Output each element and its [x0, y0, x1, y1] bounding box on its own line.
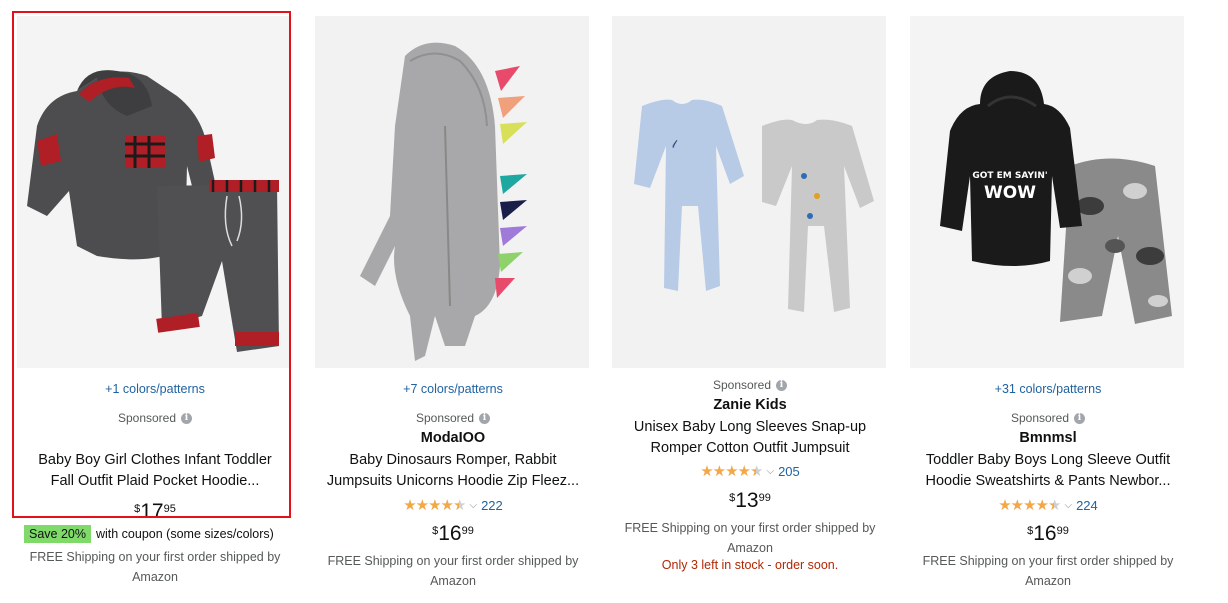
rating-row-2[interactable]: ★★★★★ ⌵ 222: [315, 496, 591, 514]
price-fraction: 95: [163, 503, 176, 515]
product-price-3[interactable]: $ 13 99: [612, 489, 888, 513]
shipping-line1: FREE Shipping on your first order shippe…: [327, 554, 579, 568]
brand-name-2: ModaIOO: [420, 430, 486, 446]
stock-warning-3: Only 3 left in stock - order soon.: [661, 558, 839, 572]
chevron-down-icon[interactable]: ⌵: [766, 466, 774, 477]
shipping-line2: Amazon: [1025, 574, 1071, 588]
chevron-down-icon[interactable]: ⌵: [1064, 500, 1072, 511]
product-title-3-line2: Romper Cotton Outfit Jumpsuit: [650, 440, 850, 456]
price-whole: 13: [735, 489, 759, 512]
brand-name-3: Zanie Kids: [713, 397, 787, 413]
star-rating-icon[interactable]: ★★★★★: [700, 462, 763, 480]
sponsored-text-2: Sponsored: [415, 411, 475, 425]
shipping-line1: FREE Shipping on your first order shippe…: [624, 521, 876, 535]
product-title-2-line1: Baby Dinosaurs Romper, Rabbit: [349, 452, 557, 468]
sponsored-label-2[interactable]: Sponsored i: [315, 411, 591, 425]
product-image-1[interactable]: [17, 16, 291, 368]
hoodie-print-line1: GOT EM SAYIN': [972, 171, 1047, 181]
product-title-3[interactable]: Unisex Baby Long Sleeves Snap-up Romper …: [612, 417, 888, 459]
shipping-line1: FREE Shipping on your first order shippe…: [922, 554, 1174, 568]
review-count-4[interactable]: 224: [1076, 498, 1098, 513]
rating-row-4[interactable]: ★★★★★ ⌵ 224: [910, 496, 1186, 514]
shipping-info-4: FREE Shipping on your first order shippe…: [910, 551, 1186, 591]
product-title-4-line1: Toddler Baby Boys Long Sleeve Outfit: [925, 452, 1171, 468]
product-title-1-line1: Baby Boy Girl Clothes Infant Toddler: [38, 452, 272, 468]
star-rating-icon[interactable]: ★★★★★: [998, 496, 1061, 514]
product-title-3-line1: Unisex Baby Long Sleeves Snap-up: [633, 419, 867, 435]
shipping-line1: FREE Shipping on your first order shippe…: [29, 550, 281, 564]
product-price-1[interactable]: $ 17 95: [17, 500, 293, 524]
coupon-badge[interactable]: Save 20%: [24, 525, 91, 543]
shipping-info-3: FREE Shipping on your first order shippe…: [612, 518, 888, 558]
colors-patterns-link-2[interactable]: +7 colors/patterns: [315, 382, 591, 396]
info-icon[interactable]: i: [181, 412, 193, 424]
price-whole: 16: [438, 522, 462, 545]
product-title-1-line2: Fall Outfit Plaid Pocket Hoodie...: [50, 473, 260, 489]
sponsored-label-4[interactable]: Sponsored i: [910, 411, 1186, 425]
shipping-line2: Amazon: [430, 574, 476, 588]
info-icon[interactable]: i: [1074, 412, 1086, 424]
review-count-3[interactable]: 205: [778, 464, 800, 479]
shipping-info-2: FREE Shipping on your first order shippe…: [315, 551, 591, 591]
brand-name-4: Bmnmsl: [1019, 430, 1077, 446]
rating-row-3[interactable]: ★★★★★ ⌵ 205: [612, 462, 888, 480]
hoodie-plaid-set-image: [17, 16, 291, 368]
product-title-1[interactable]: Baby Boy Girl Clothes Infant Toddler Fal…: [17, 450, 293, 492]
price-fraction: 99: [758, 492, 771, 504]
product-price-2[interactable]: $ 16 99: [315, 522, 591, 546]
price-whole: 16: [1033, 522, 1057, 545]
product-image-4[interactable]: GOT EM SAYIN' WOW: [910, 16, 1184, 368]
romper-pair-image: 𝓁: [612, 16, 886, 368]
product-title-2-line2: Jumpsuits Unicorns Hoodie Zip Fleez...: [326, 473, 580, 489]
price-fraction: 99: [461, 525, 474, 537]
sponsored-text-3: Sponsored: [712, 378, 772, 392]
coupon-text: with coupon (some sizes/colors): [95, 527, 274, 541]
sponsored-text-1: Sponsored: [117, 411, 177, 425]
info-icon[interactable]: i: [479, 412, 491, 424]
info-icon[interactable]: i: [776, 379, 788, 391]
coupon-row-1[interactable]: Save 20% with coupon (some sizes/colors): [24, 525, 274, 543]
chevron-down-icon[interactable]: ⌵: [469, 500, 477, 511]
product-image-3[interactable]: 𝓁: [612, 16, 886, 368]
product-price-4[interactable]: $ 16 99: [910, 522, 1186, 546]
sponsored-label-3[interactable]: Sponsored i: [612, 378, 888, 392]
shipping-line2: Amazon: [132, 570, 178, 584]
product-title-4-line2: Hoodie Sweatshirts & Pants Newbor...: [925, 473, 1171, 489]
star-rating-icon[interactable]: ★★★★★: [403, 496, 466, 514]
dinosaur-romper-image: [315, 16, 589, 368]
product-title-2[interactable]: Baby Dinosaurs Romper, Rabbit Jumpsuits …: [315, 450, 591, 492]
black-hoodie-camo-set-image: GOT EM SAYIN' WOW: [910, 16, 1184, 368]
shipping-info-1: FREE Shipping on your first order shippe…: [17, 547, 293, 587]
colors-patterns-link-4[interactable]: +31 colors/patterns: [910, 382, 1186, 396]
price-fraction: 99: [1056, 525, 1069, 537]
product-image-2[interactable]: [315, 16, 589, 368]
sponsored-label-1[interactable]: Sponsored i: [17, 411, 293, 425]
product-title-4[interactable]: Toddler Baby Boys Long Sleeve Outfit Hoo…: [910, 450, 1186, 492]
hoodie-print-line2: WOW: [984, 183, 1036, 203]
review-count-2[interactable]: 222: [481, 498, 503, 513]
sponsored-text-4: Sponsored: [1010, 411, 1070, 425]
shipping-line2: Amazon: [727, 541, 773, 555]
colors-patterns-link-1[interactable]: +1 colors/patterns: [17, 382, 293, 396]
price-whole: 17: [140, 500, 164, 523]
